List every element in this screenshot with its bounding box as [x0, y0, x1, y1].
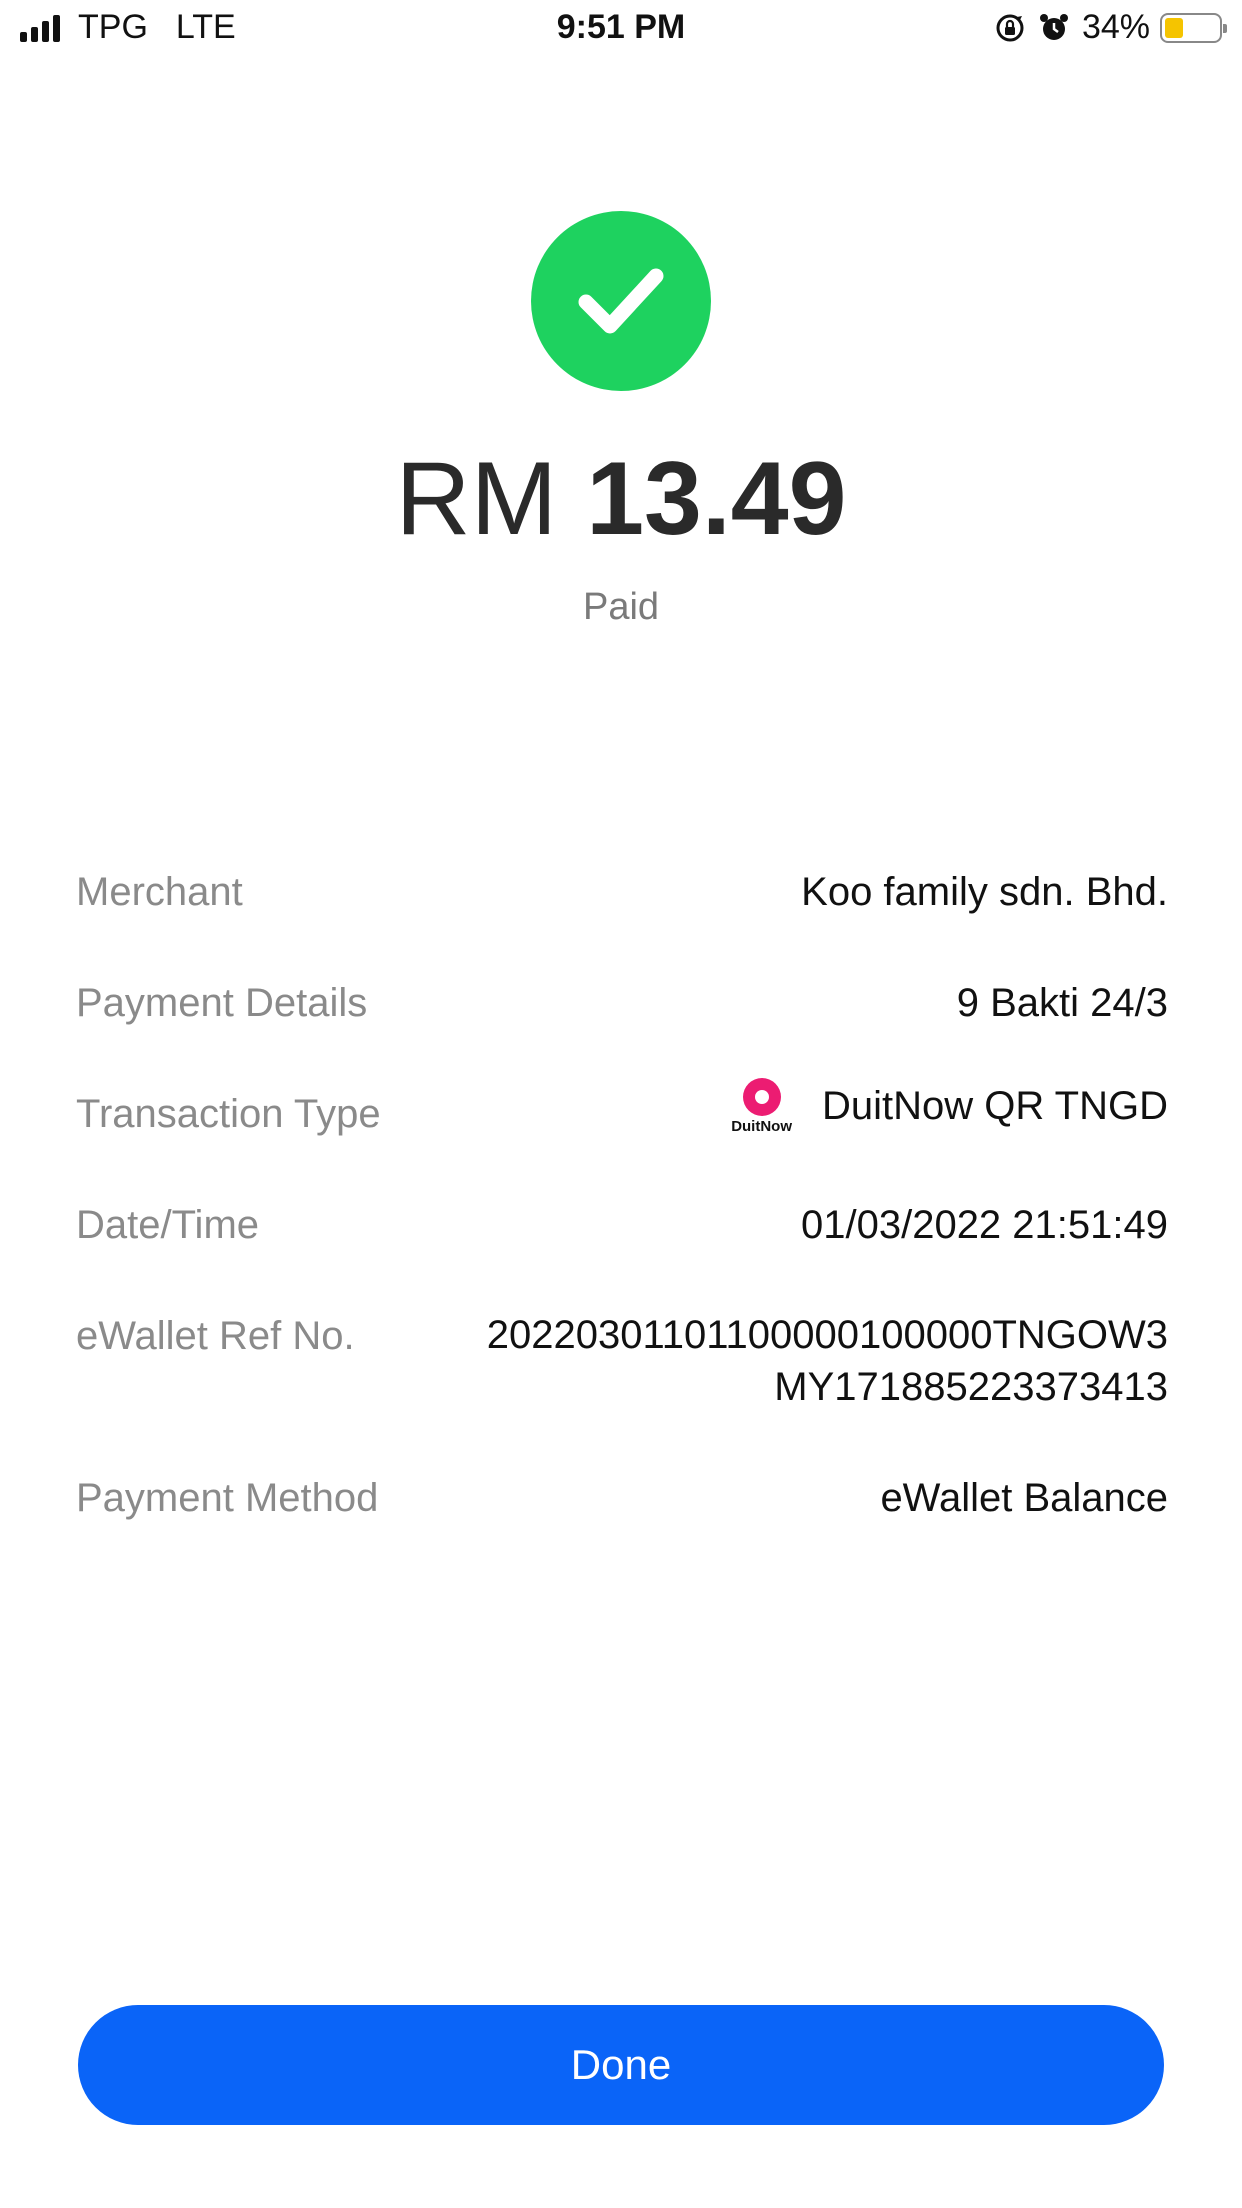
- payment-details-label: Payment Details: [76, 981, 368, 1025]
- duitnow-logo-mark: [742, 1078, 781, 1116]
- detail-row-ewallet-ref: eWallet Ref No. 20220301101100000100000T…: [76, 1313, 1168, 1476]
- duitnow-logo: DuitNow: [731, 1078, 792, 1135]
- status-bar: TPG LTE 9:51 PM 34%: [0, 0, 1242, 64]
- payment-method-label: Payment Method: [76, 1476, 379, 1520]
- transaction-type-value: DuitNow QR TNGD: [822, 1084, 1168, 1128]
- detail-row-payment-details: Payment Details 9 Bakti 24/3: [76, 981, 1168, 1092]
- merchant-label: Merchant: [76, 870, 243, 914]
- merchant-value: Koo family sdn. Bhd.: [801, 870, 1168, 914]
- battery-level-fill: [1165, 17, 1183, 38]
- detail-row-payment-method: Payment Method eWallet Balance: [76, 1476, 1168, 1587]
- payment-status: Paid: [582, 586, 660, 628]
- transaction-details: Merchant Koo family sdn. Bhd. Payment De…: [76, 870, 1168, 1587]
- transaction-type-label: Transaction Type: [76, 1092, 381, 1136]
- date-time-label: Date/Time: [76, 1203, 260, 1247]
- detail-row-date-time: Date/Time 01/03/2022 21:51:49: [76, 1203, 1168, 1314]
- detail-row-transaction-type: Transaction Type DuitNow DuitNow QR TNGD: [76, 1078, 1168, 1203]
- payment-details-value: 9 Bakti 24/3: [956, 981, 1168, 1025]
- ewallet-ref-value: 20220301101100000100000TNGOW3 MY17188522…: [487, 1309, 1168, 1413]
- amount-value: 13.49: [586, 441, 847, 557]
- payment-amount: RM 13.49: [0, 440, 1242, 559]
- rotation-lock-icon: [994, 12, 1026, 44]
- payment-method-value: eWallet Balance: [880, 1476, 1168, 1520]
- done-button[interactable]: Done: [78, 2005, 1164, 2125]
- alarm-icon: [1038, 12, 1070, 44]
- status-bar-right: 34%: [994, 8, 1227, 47]
- ewallet-ref-line-2: MY171885223373413: [774, 1365, 1168, 1409]
- battery-percent: 34%: [1081, 8, 1150, 46]
- date-time-value: 01/03/2022 21:51:49: [800, 1203, 1168, 1247]
- ewallet-ref-line-1: 20220301101100000100000TNGOW3: [486, 1313, 1168, 1357]
- battery-nub: [1223, 23, 1227, 33]
- check-icon: [531, 211, 711, 391]
- battery-icon: [1160, 12, 1227, 43]
- ewallet-ref-label: eWallet Ref No.: [76, 1314, 355, 1358]
- currency-label: RM: [395, 441, 558, 557]
- transaction-type-value-wrap: DuitNow DuitNow QR TNGD: [731, 1078, 1168, 1135]
- detail-row-merchant: Merchant Koo family sdn. Bhd.: [76, 870, 1168, 981]
- duitnow-logo-text: DuitNow: [731, 1118, 793, 1135]
